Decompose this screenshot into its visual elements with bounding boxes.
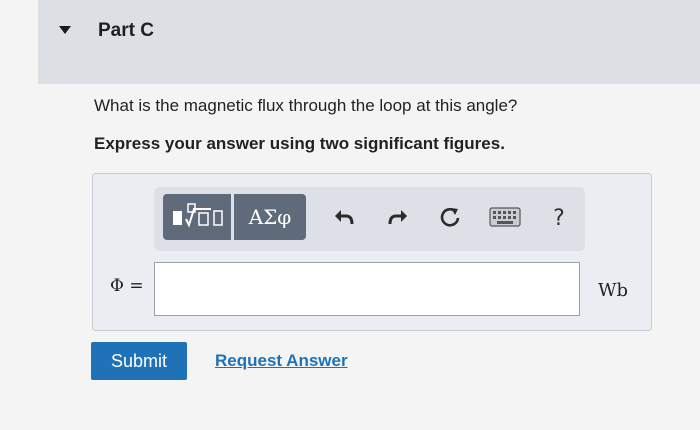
undo-button[interactable] <box>330 202 358 232</box>
redo-icon <box>388 210 407 225</box>
question-text: What is the magnetic flux through the lo… <box>94 96 518 115</box>
instruction-text: Express your answer using two significan… <box>94 134 505 153</box>
page: Part C What is the magnetic flux through… <box>0 0 700 430</box>
templates-button[interactable] <box>163 194 231 240</box>
variable-label: Φ = <box>110 276 144 296</box>
templates-icon <box>173 203 223 228</box>
symbols-button[interactable]: ΑΣφ <box>234 194 306 240</box>
collapse-triangle-icon[interactable] <box>59 26 71 34</box>
reset-icon <box>440 208 460 227</box>
submit-button[interactable]: Submit <box>91 342 187 380</box>
unit-label: Wb <box>598 280 629 301</box>
redo-button[interactable] <box>384 202 412 232</box>
keyboard-icon <box>489 207 521 227</box>
part-header <box>38 0 700 84</box>
help-button[interactable]: ? <box>548 203 570 233</box>
answer-input[interactable] <box>154 262 580 316</box>
part-title: Part C <box>98 20 154 41</box>
request-answer-link[interactable]: Request Answer <box>215 351 348 371</box>
reset-button[interactable] <box>436 202 464 232</box>
keyboard-button[interactable] <box>488 204 522 230</box>
undo-icon <box>335 210 354 225</box>
